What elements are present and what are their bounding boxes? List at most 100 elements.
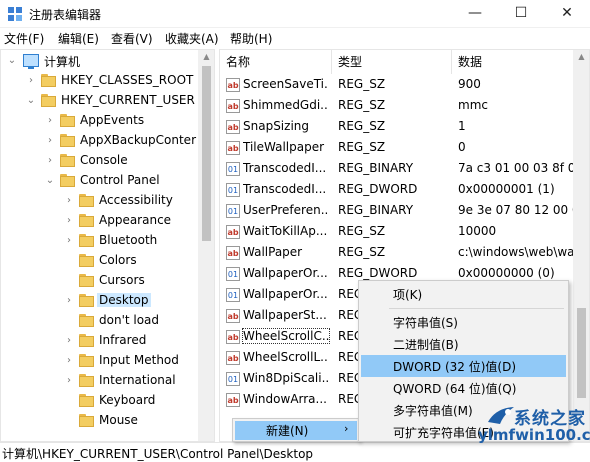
tree-item-label: Accessibility bbox=[99, 193, 173, 207]
maximize-button[interactable]: ☐ bbox=[498, 0, 544, 28]
value-type: REG_DWORD bbox=[338, 266, 418, 280]
tree-item-label: Console bbox=[80, 153, 128, 167]
value-data: 1 bbox=[458, 119, 466, 133]
value-name: UserPreferen... bbox=[243, 203, 329, 217]
expand-arrow-icon[interactable]: › bbox=[45, 115, 55, 126]
computer-icon bbox=[23, 54, 39, 69]
value-data: 900 bbox=[458, 77, 481, 91]
collapse-arrow-icon[interactable]: ⌄ bbox=[45, 175, 55, 186]
tree-item-label: don't load bbox=[99, 313, 160, 327]
close-button[interactable]: ✕ bbox=[544, 0, 590, 28]
expand-arrow-icon[interactable]: › bbox=[45, 155, 55, 166]
folder-icon bbox=[79, 254, 94, 268]
value-data: 7a c3 01 00 03 8f 09 bbox=[458, 161, 573, 175]
submenu-item-qword[interactable]: QWORD (64 位)值(Q) bbox=[361, 377, 566, 399]
value-row[interactable]: ab WaitToKillAp... REG_SZ 10000 bbox=[220, 222, 589, 243]
window-title: 注册表编辑器 bbox=[29, 8, 102, 22]
value-name: WallpaperOr... bbox=[243, 287, 328, 301]
binary-value-icon: 01 bbox=[226, 183, 240, 197]
expand-arrow-icon[interactable]: › bbox=[64, 235, 74, 246]
menu-item-new[interactable]: 新建(N) › bbox=[235, 421, 357, 440]
string-value-icon: ab bbox=[226, 141, 240, 155]
value-type: REG_SZ bbox=[338, 245, 386, 259]
values-scrollbar[interactable]: ▲ bbox=[573, 50, 589, 441]
value-type: REG_SZ bbox=[338, 98, 386, 112]
value-row[interactable]: ab SnapSizing REG_SZ 1 bbox=[220, 117, 589, 138]
value-data: 9e 3e 07 80 12 00 0 bbox=[458, 203, 573, 217]
tree-item-label: HKEY_CURRENT_USER bbox=[61, 93, 195, 107]
expand-arrow-icon[interactable]: › bbox=[64, 355, 74, 366]
string-value-icon: ab bbox=[226, 393, 240, 407]
expand-arrow-icon[interactable]: › bbox=[64, 335, 74, 346]
value-type: REG_BINARY bbox=[338, 161, 414, 175]
menu-item-label: QWORD (64 位)值(Q) bbox=[393, 382, 517, 396]
folder-icon bbox=[60, 134, 75, 148]
menu-item-label: 新建(N) bbox=[266, 424, 309, 438]
expand-arrow-icon[interactable]: › bbox=[64, 295, 74, 306]
folder-icon bbox=[79, 414, 94, 428]
expand-arrow-icon[interactable]: › bbox=[64, 195, 74, 206]
value-row[interactable]: ab TileWallpaper REG_SZ 0 bbox=[220, 138, 589, 159]
string-value-icon: ab bbox=[226, 78, 240, 92]
value-type: REG_SZ bbox=[338, 224, 386, 238]
scroll-up-icon[interactable]: ▲ bbox=[198, 52, 214, 61]
submenu-item-key[interactable]: 项(K) bbox=[361, 283, 566, 305]
minimize-button[interactable]: — bbox=[452, 0, 498, 28]
tree-item-label: Cursors bbox=[99, 273, 145, 287]
value-row[interactable]: ab WallPaper REG_SZ c:\windows\web\wa bbox=[220, 243, 589, 264]
expand-arrow-icon[interactable]: › bbox=[26, 75, 36, 86]
folder-icon bbox=[79, 234, 94, 248]
menu-favorites[interactable]: 收藏夹(A) bbox=[165, 30, 219, 47]
expand-arrow-icon[interactable]: › bbox=[45, 135, 55, 146]
binary-value-icon: 01 bbox=[226, 372, 240, 386]
submenu-item-string[interactable]: 字符串值(S) bbox=[361, 311, 566, 333]
menu-file[interactable]: 文件(F) bbox=[4, 30, 44, 47]
string-value-icon: ab bbox=[226, 225, 240, 239]
value-name: ScreenSaveTi... bbox=[243, 77, 329, 91]
folder-icon bbox=[60, 154, 75, 168]
value-name: WheelScrollL... bbox=[243, 350, 329, 364]
tree-item-label: Mouse bbox=[99, 413, 138, 427]
collapse-arrow-icon[interactable]: ⌄ bbox=[7, 55, 17, 66]
tree-item-label: Desktop bbox=[97, 293, 151, 307]
menu-help[interactable]: 帮助(H) bbox=[230, 30, 272, 47]
value-row[interactable]: 01 TranscodedI... REG_DWORD 0x00000001 (1) bbox=[220, 180, 589, 201]
folder-icon bbox=[79, 314, 94, 328]
string-value-icon: ab bbox=[226, 120, 240, 134]
title-bar: 注册表编辑器 — ☐ ✕ bbox=[0, 0, 590, 28]
column-type-header[interactable]: 类型 bbox=[332, 50, 452, 74]
tree-item-label: Colors bbox=[99, 253, 137, 267]
folder-icon bbox=[60, 114, 75, 128]
menu-separator bbox=[389, 308, 564, 309]
menu-edit[interactable]: 编辑(E) bbox=[58, 30, 99, 47]
string-value-icon: ab bbox=[226, 99, 240, 113]
value-row[interactable]: 01 TranscodedI... REG_BINARY 7a c3 01 00 03… bbox=[220, 159, 589, 180]
value-name: TranscodedI... bbox=[243, 161, 327, 175]
values-scroll-thumb[interactable] bbox=[577, 308, 586, 398]
column-data-header[interactable]: 数据 bbox=[452, 50, 573, 74]
key-tree-panel[interactable]: ⌄ 计算机 › HKEY_CLASSES_ROOT ⌄ HKEY_CURRENT_US… bbox=[0, 49, 215, 442]
scroll-up-icon[interactable]: ▲ bbox=[573, 52, 589, 61]
watermark-logo-icon bbox=[488, 407, 514, 424]
value-row[interactable]: ab ShimmedGdi... REG_SZ mmc bbox=[220, 96, 589, 117]
value-row[interactable]: 01 UserPreferen... REG_BINARY 9e 3e 07 80 1… bbox=[220, 201, 589, 222]
value-data: 10000 bbox=[458, 224, 497, 238]
folder-icon bbox=[79, 334, 94, 348]
value-row[interactable]: ab ScreenSaveTi... REG_SZ 900 bbox=[220, 75, 589, 96]
tree-scrollbar[interactable]: ▲ bbox=[198, 50, 214, 441]
expand-arrow-icon[interactable]: › bbox=[64, 375, 74, 386]
folder-icon bbox=[41, 74, 56, 88]
menu-item-label: DWORD (32 位)值(D) bbox=[393, 360, 516, 374]
binary-value-icon: 01 bbox=[226, 267, 240, 281]
expand-arrow-icon[interactable]: › bbox=[64, 215, 74, 226]
collapse-arrow-icon[interactable]: ⌄ bbox=[26, 95, 36, 106]
menu-view[interactable]: 查看(V) bbox=[111, 30, 153, 47]
folder-icon bbox=[60, 174, 75, 188]
string-value-icon: ab bbox=[226, 309, 240, 323]
column-name-header[interactable]: 名称 bbox=[220, 50, 332, 74]
value-data: c:\windows\web\wa bbox=[458, 245, 573, 259]
submenu-item-dword[interactable]: DWORD (32 位)值(D) bbox=[361, 355, 566, 377]
submenu-item-binary[interactable]: 二进制值(B) bbox=[361, 333, 566, 355]
tree-scroll-thumb[interactable] bbox=[202, 66, 211, 241]
folder-icon bbox=[79, 374, 94, 388]
